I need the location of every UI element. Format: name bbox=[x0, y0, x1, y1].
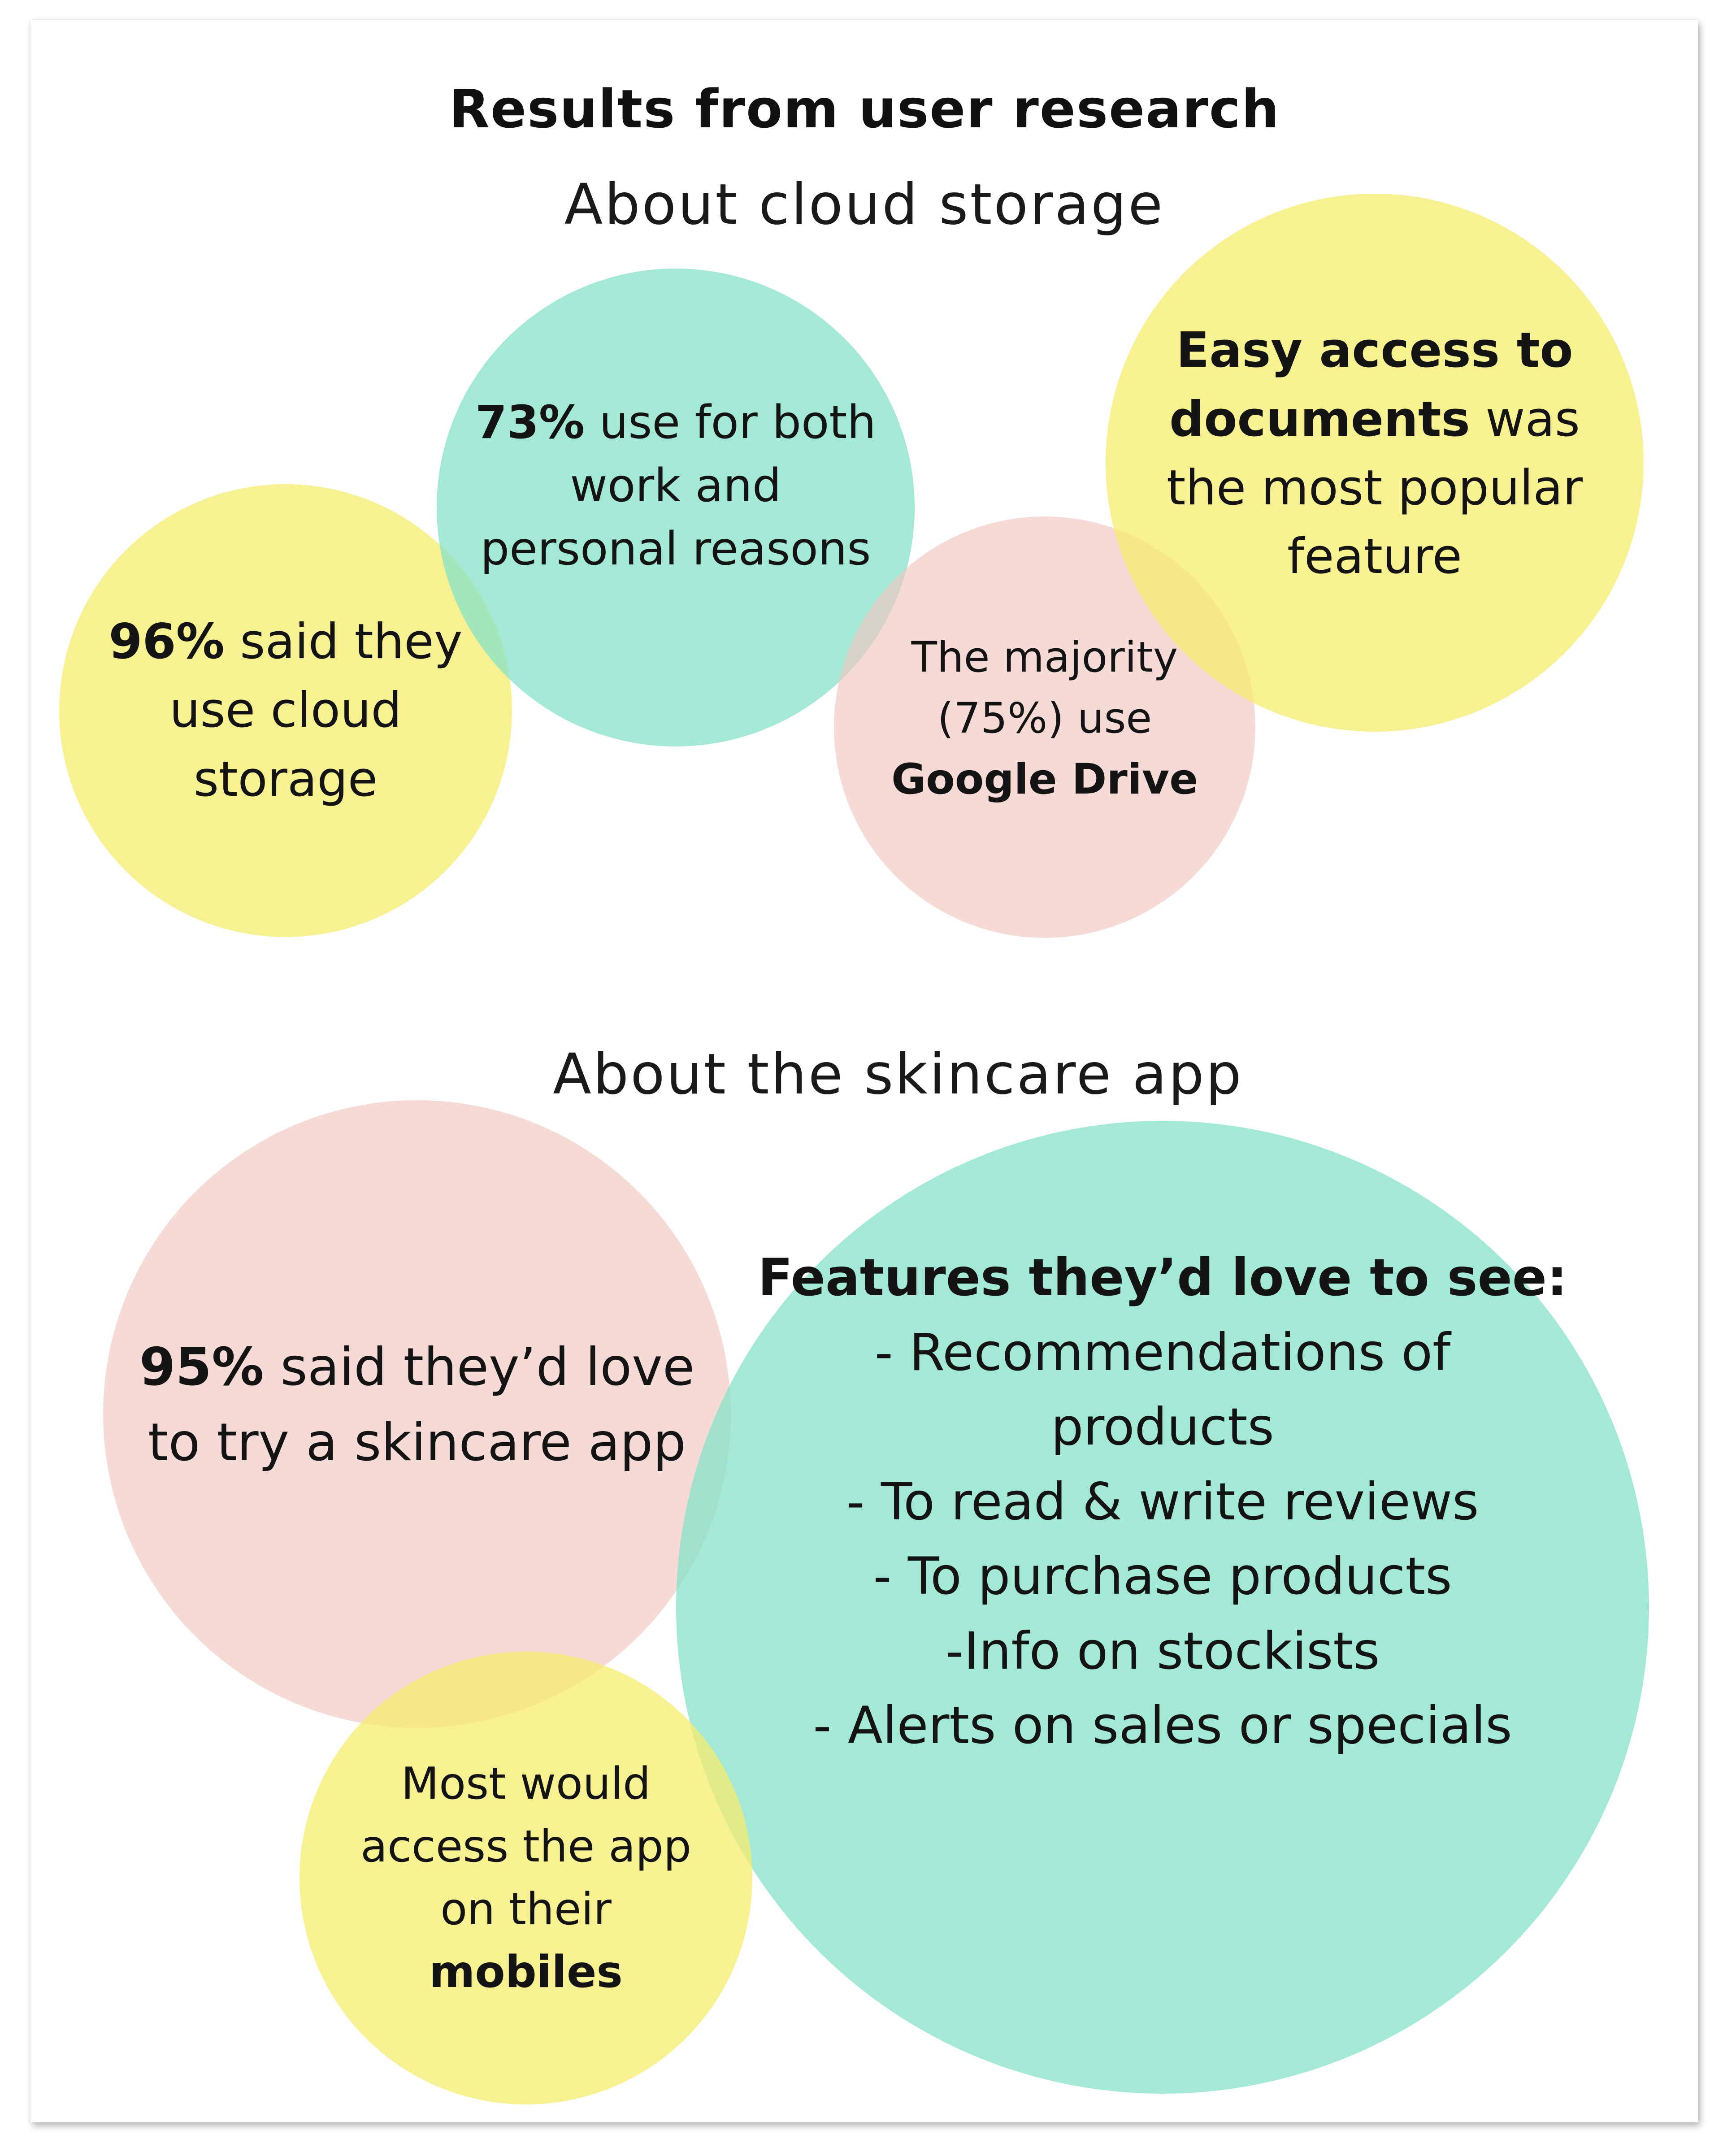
features-heading: Features they’d love to see: bbox=[758, 1248, 1567, 1308]
text-use-for-both: use for both bbox=[585, 396, 876, 450]
bubble-mobile-access-text: Most would access the app on their mobil… bbox=[360, 1753, 691, 2004]
bubble-easy-access-text: Easy access to documents was the most po… bbox=[1167, 316, 1583, 591]
bubble-work-personal-text: 73% use for both work and personal reaso… bbox=[475, 391, 876, 581]
feature-item: - Recommendations of bbox=[874, 1322, 1451, 1382]
text-mobiles: mobiles bbox=[429, 1947, 623, 1998]
text-feature: feature bbox=[1287, 529, 1462, 585]
bubble-try-skincare-text: 95% said they’d love to try a skincare a… bbox=[139, 1330, 694, 1480]
feature-item: - Alerts on sales or specials bbox=[813, 1696, 1512, 1756]
text-easy-access-to: Easy access to bbox=[1176, 322, 1573, 379]
research-page: Results from user research About cloud s… bbox=[30, 20, 1698, 2122]
text-on-their: on their bbox=[440, 1884, 612, 1935]
text-personal-reasons: personal reasons bbox=[480, 522, 871, 576]
bubble-mobile-access: Most would access the app on their mobil… bbox=[299, 1652, 752, 2104]
page-title: Results from user research bbox=[449, 78, 1280, 140]
stat-73-percent: 73% bbox=[475, 396, 585, 450]
feature-item: -Info on stockists bbox=[945, 1621, 1380, 1681]
text-most-would: Most would bbox=[401, 1758, 651, 1809]
skincare-app-heading: About the skincare app bbox=[553, 1042, 1243, 1107]
text-said-they: said they bbox=[224, 613, 463, 670]
text-to-try-skincare-app: to try a skincare app bbox=[148, 1412, 686, 1473]
bubble-features-text: Features they’d love to see: - Recommend… bbox=[758, 1241, 1567, 1763]
feature-item: - To purchase products bbox=[873, 1546, 1452, 1606]
text-the-most-popular: the most popular bbox=[1166, 460, 1583, 516]
text-work-and: work and bbox=[570, 459, 781, 513]
stat-95-percent: 95% bbox=[139, 1336, 264, 1397]
text-the-majority: The majority bbox=[911, 633, 1178, 682]
bubble-features: Features they’d love to see: - Recommend… bbox=[676, 1121, 1649, 2094]
stat-96-percent: 96% bbox=[108, 613, 225, 670]
feature-item: products bbox=[1051, 1397, 1274, 1457]
bubble-google-drive-text: The majority (75%) use Google Drive bbox=[891, 627, 1198, 811]
bubble-easy-access: Easy access to documents was the most po… bbox=[1106, 194, 1644, 732]
feature-item: - To read & write reviews bbox=[846, 1471, 1479, 1531]
text-storage: storage bbox=[193, 751, 378, 807]
text-said-theyd-love: said they’d love bbox=[264, 1336, 695, 1397]
bubble-try-skincare: 95% said they’d love to try a skincare a… bbox=[103, 1100, 731, 1728]
text-was: was bbox=[1470, 391, 1580, 447]
text-google-drive: Google Drive bbox=[891, 755, 1198, 804]
text-access-the-app: access the app bbox=[360, 1821, 691, 1872]
text-75-percent-use: (75%) use bbox=[937, 694, 1152, 743]
text-use-cloud: use cloud bbox=[169, 682, 402, 739]
bubble-cloud-usage-text: 96% said they use cloud storage bbox=[108, 607, 462, 814]
text-documents: documents bbox=[1169, 391, 1470, 447]
